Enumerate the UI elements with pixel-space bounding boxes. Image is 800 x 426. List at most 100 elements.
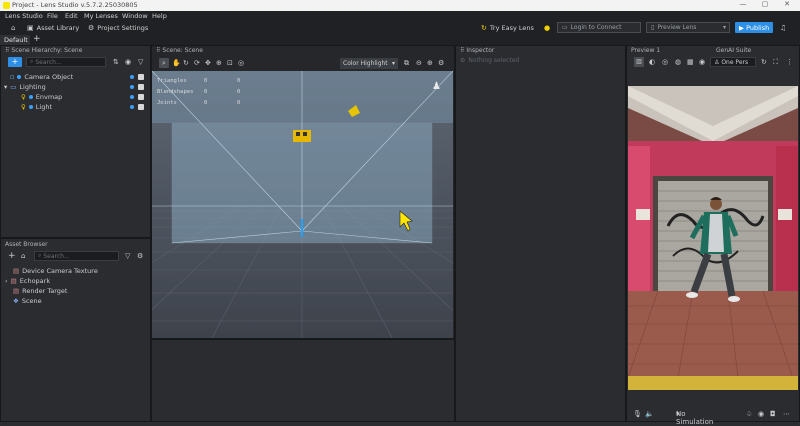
preview-device-dropdown[interactable]: ♙ One Pers bbox=[710, 57, 756, 67]
plus-icon: + bbox=[11, 57, 19, 66]
add-asset-button[interactable]: + bbox=[8, 251, 16, 261]
refresh-tool-icon[interactable]: ⟳ bbox=[194, 59, 200, 67]
asset-item-echopark[interactable]: › ▤ Echopark bbox=[5, 276, 50, 286]
preview-camera-feed bbox=[628, 86, 798, 390]
asset-item-scene[interactable]: ❖ Scene bbox=[13, 296, 42, 306]
more-icon[interactable]: ⋮ bbox=[786, 58, 793, 66]
stat-blendshapes-a: 0 bbox=[204, 89, 208, 95]
preview-lens-button[interactable]: ▯ Preview Lens ▾ bbox=[646, 22, 730, 33]
more-icon[interactable]: ⋯ bbox=[783, 410, 790, 418]
world-icon[interactable]: ◍ bbox=[675, 58, 681, 66]
enabled-checkbox[interactable] bbox=[138, 74, 144, 80]
refresh-icon[interactable]: ↻ bbox=[761, 58, 767, 66]
hierarchy-item-label: Lighting bbox=[19, 83, 46, 91]
preview-lens-label: Preview Lens bbox=[657, 24, 697, 31]
minimize-button[interactable]: — bbox=[732, 0, 754, 11]
try-easy-lens-button[interactable]: ↻ Try Easy Lens bbox=[481, 22, 534, 33]
menu-my-lenses[interactable]: My Lenses bbox=[84, 12, 118, 20]
shapes-icon[interactable]: ♤ bbox=[746, 410, 752, 418]
genai-suite-tab[interactable]: GenAI Suite bbox=[712, 46, 751, 55]
camera-gizmo-icon[interactable] bbox=[293, 130, 311, 142]
bell-icon: ♫ bbox=[780, 23, 787, 32]
import-icon[interactable]: ⌂ bbox=[21, 252, 25, 260]
hand-tool-icon[interactable]: ✋ bbox=[172, 59, 181, 67]
scene-camera-view-icon[interactable]: ♟ bbox=[432, 81, 441, 92]
login-to-connect-button[interactable]: ▭ Login to Connect bbox=[557, 22, 641, 33]
menu-edit[interactable]: Edit bbox=[65, 12, 78, 20]
hierarchy-item-lighting[interactable]: ▾ ▭ Lighting bbox=[4, 82, 150, 92]
rotate-tool-icon[interactable]: ↻ bbox=[183, 59, 189, 67]
camera-icon[interactable]: ◘ bbox=[770, 410, 776, 418]
project-settings-label: Project Settings bbox=[97, 23, 149, 32]
transform-tool-icon[interactable]: ⊡ bbox=[227, 59, 233, 67]
light-bulb-icon: ♀ bbox=[21, 93, 26, 101]
add-object-button[interactable]: + bbox=[8, 57, 22, 67]
asset-library-icon: ▣ bbox=[27, 23, 34, 32]
sort-icon[interactable]: ⇅ bbox=[113, 58, 119, 66]
eye-icon[interactable]: ◉ bbox=[699, 58, 705, 66]
home-button[interactable]: ⌂ bbox=[11, 22, 15, 33]
layers-icon[interactable]: ▦ bbox=[687, 58, 694, 66]
copy-view-icon[interactable]: ⧉ bbox=[404, 59, 409, 68]
hierarchy-title-label: Scene Hierarchy: Scene bbox=[11, 47, 83, 54]
zoom-icon[interactable]: ⊕ bbox=[427, 59, 433, 67]
pivot-tool-icon[interactable]: ◎ bbox=[238, 59, 244, 67]
asset-browser-panel: Asset Browser + ⌂ ⌕ Search... ▽ ⚙ ▤ Device… bbox=[0, 238, 151, 422]
asset-library-button[interactable]: ▣ Asset Library bbox=[27, 22, 79, 33]
menu-window[interactable]: Window bbox=[122, 12, 148, 20]
scale-tool-icon[interactable]: ⊕ bbox=[216, 59, 222, 67]
preview-viewport[interactable] bbox=[628, 86, 798, 390]
plus-icon: + bbox=[33, 34, 41, 44]
record-icon[interactable]: ◉ bbox=[758, 410, 764, 418]
face-icon[interactable]: ◐ bbox=[649, 58, 655, 66]
enabled-checkbox[interactable] bbox=[138, 104, 144, 110]
preview-title[interactable]: Preview 1 bbox=[627, 46, 660, 55]
menu-file[interactable]: File bbox=[47, 12, 58, 20]
visibility-dot-icon[interactable] bbox=[130, 75, 134, 79]
hierarchy-item-envmap[interactable]: ♀ Envmap bbox=[21, 92, 150, 102]
stat-joints-b: 0 bbox=[237, 100, 241, 106]
main-toolbar: ⌂ ▣ Asset Library ⚙ Project Settings ↻ Try … bbox=[0, 20, 800, 35]
color-highlight-dropdown[interactable]: Color Highlight ▾ bbox=[340, 58, 398, 69]
publish-button[interactable]: ▶ Publish bbox=[735, 22, 773, 33]
scene-viewport[interactable]: Triangles 0 0 Blendshapes 0 0 Joints 0 0… bbox=[152, 71, 453, 338]
publish-icon: ▶ bbox=[739, 23, 747, 32]
hierarchy-search-input[interactable]: ⌕ Search... bbox=[26, 57, 106, 67]
menu-help[interactable]: Help bbox=[152, 12, 167, 20]
maximize-button[interactable]: ▢ bbox=[754, 0, 776, 11]
filter-icon[interactable]: ▽ bbox=[125, 252, 130, 260]
asset-item-device-camera-texture[interactable]: ▤ Device Camera Texture bbox=[13, 266, 98, 276]
speaker-icon[interactable]: 🔈 bbox=[645, 410, 654, 418]
hierarchy-item-light[interactable]: ♀ Light bbox=[21, 102, 150, 112]
visibility-dot-icon[interactable] bbox=[130, 95, 134, 99]
filter-icon[interactable]: ▽ bbox=[138, 58, 143, 66]
hierarchy-title: ⠿ Scene Hierarchy: Scene bbox=[1, 46, 82, 55]
select-tool-button[interactable]: ⌕ bbox=[159, 58, 169, 68]
login-label: Login to Connect bbox=[570, 24, 622, 31]
enabled-checkbox[interactable] bbox=[138, 94, 144, 100]
panel-grip-icon: ⠿ bbox=[156, 47, 161, 54]
hierarchy-item-camera[interactable]: ▫ Camera Object bbox=[10, 72, 150, 82]
tab-default[interactable]: Default bbox=[0, 35, 30, 45]
microphone-icon[interactable]: 🎙 bbox=[633, 410, 642, 418]
enabled-checkbox[interactable] bbox=[138, 84, 144, 90]
close-window-button[interactable]: ✕ bbox=[776, 0, 798, 11]
gear-icon[interactable]: ⚙ bbox=[438, 59, 444, 67]
move-tool-icon[interactable]: ✥ bbox=[205, 59, 211, 67]
notifications-button[interactable]: ♫ bbox=[780, 22, 786, 33]
gear-icon[interactable]: ⚙ bbox=[137, 252, 143, 260]
target-icon[interactable]: ◎ bbox=[662, 58, 668, 66]
project-settings-button[interactable]: ⚙ Project Settings bbox=[88, 22, 148, 33]
visibility-dot-icon[interactable] bbox=[130, 105, 134, 109]
zoom-fit-icon[interactable]: ⊖ bbox=[416, 59, 422, 67]
preview-layout-button[interactable]: ▥ bbox=[634, 57, 644, 67]
visibility-dot-icon[interactable] bbox=[130, 85, 134, 89]
asset-search-input[interactable]: ⌕ Search... bbox=[34, 251, 119, 261]
eye-icon[interactable]: ◉ bbox=[125, 58, 131, 66]
add-workspace-button[interactable]: + bbox=[33, 34, 41, 44]
asset-item-render-target[interactable]: ▤ Render Target bbox=[13, 286, 67, 296]
phone-icon: ▯ bbox=[651, 24, 655, 31]
menu-lens-studio[interactable]: Lens Studio bbox=[5, 12, 43, 20]
expand-icon[interactable]: ⛶ bbox=[773, 58, 778, 67]
hierarchy-search-placeholder: Search... bbox=[35, 58, 62, 66]
